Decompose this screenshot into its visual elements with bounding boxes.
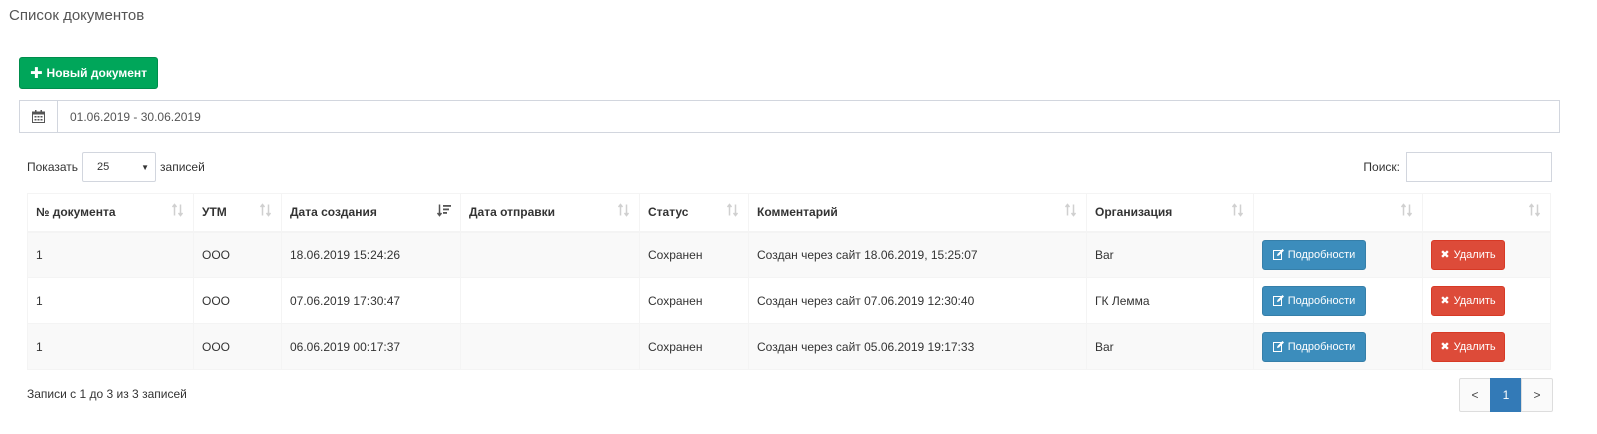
table-row: 1 ООО 06.06.2019 00:17:37 Сохранен Созда… [27,323,1551,370]
cell-number: 1 [27,277,194,324]
cell-utm: ООО [193,231,282,278]
sort-desc-icon [436,204,452,221]
column-header-created[interactable]: Дата создания [281,193,461,233]
column-header-status[interactable]: Статус [639,193,749,233]
new-document-label: Новый документ [46,66,148,80]
cell-created: 07.06.2019 17:30:47 [281,277,461,324]
column-header-utm[interactable]: УТМ [193,193,282,233]
cell-details: Подробности [1253,231,1423,278]
table-header-row: № документа УТМ Дата создания Дата отпра… [27,193,1551,233]
search-label: Поиск: [1363,160,1400,174]
cell-sent [460,231,640,278]
table-row: 1 ООО 07.06.2019 17:30:47 Сохранен Созда… [27,277,1551,324]
cell-sent [460,323,640,370]
column-header-sent[interactable]: Дата отправки [460,193,640,233]
close-icon: ✖ [1440,249,1450,262]
details-button[interactable]: Подробности [1262,331,1366,362]
cell-details: Подробности [1253,277,1423,324]
cell-organization: Bar [1086,323,1254,370]
table-row: 1 ООО 18.06.2019 15:24:26 Сохранен Созда… [27,231,1551,278]
chevron-down-icon: ▼ [141,162,150,172]
pagination-prev-button[interactable]: < [1459,378,1491,412]
cell-organization: ГК Лемма [1086,277,1254,324]
cell-status: Сохранен [639,277,749,324]
cell-delete: ✖ Удалить [1422,323,1551,370]
cell-created: 06.06.2019 00:17:37 [281,323,461,370]
sort-icon [617,203,631,221]
details-label: Подробности [1287,294,1356,307]
delete-label: Удалить [1453,340,1496,353]
documents-table: № документа УТМ Дата создания Дата отпра… [27,193,1551,370]
sort-icon [1400,203,1414,221]
page-length-control: Показать 25 ▼ записей [27,152,205,182]
sort-icon [171,203,185,221]
page-length-prefix: Показать [27,160,79,174]
cell-details: Подробности [1253,323,1423,370]
edit-icon [1272,341,1284,352]
column-header-delete[interactable] [1422,193,1551,233]
cell-utm: ООО [193,277,282,324]
cell-status: Сохранен [639,323,749,370]
cell-utm: ООО [193,323,282,370]
cell-comment: Создан через сайт 05.06.2019 19:17:33 [748,323,1087,370]
details-button[interactable]: Подробности [1262,285,1366,316]
new-document-button[interactable]: ✚ Новый документ [19,57,158,89]
pagination: < 1 > [1459,378,1553,412]
sort-icon [1231,203,1245,221]
plus-icon: ✚ [29,64,43,82]
sort-icon [1064,203,1078,221]
date-range-picker[interactable]: 01.06.2019 - 30.06.2019 [19,100,1560,133]
search-input[interactable] [1406,152,1552,182]
sort-icon [259,203,273,221]
close-icon: ✖ [1440,341,1450,353]
column-header-comment[interactable]: Комментарий [748,193,1087,233]
date-range-value[interactable]: 01.06.2019 - 30.06.2019 [58,101,201,132]
cell-delete: ✖ Удалить [1422,231,1551,278]
delete-label: Удалить [1453,248,1496,261]
page-length-select[interactable]: 25 ▼ [82,152,157,182]
delete-button[interactable]: ✖ Удалить [1431,331,1505,362]
page-title: Список документов [9,7,145,24]
column-header-organization[interactable]: Организация [1086,193,1254,233]
edit-icon [1272,295,1284,306]
cell-created: 18.06.2019 15:24:26 [281,231,461,278]
delete-button[interactable]: ✖ Удалить [1431,239,1505,270]
cell-comment: Создан через сайт 07.06.2019 12:30:40 [748,277,1087,324]
sort-icon [726,203,740,221]
close-icon: ✖ [1440,295,1450,307]
details-label: Подробности [1287,340,1356,353]
column-header-number[interactable]: № документа [27,193,194,233]
delete-label: Удалить [1453,294,1496,307]
cell-number: 1 [27,323,194,370]
delete-button[interactable]: ✖ Удалить [1431,285,1505,316]
calendar-icon [20,101,58,132]
search-control: Поиск: [1363,152,1552,182]
pagination-page-button[interactable]: 1 [1490,378,1522,412]
details-label: Подробности [1287,248,1356,261]
table-info: Записи с 1 до 3 из 3 записей [27,387,187,401]
cell-delete: ✖ Удалить [1422,277,1551,324]
column-header-details[interactable] [1253,193,1423,233]
cell-sent [460,277,640,324]
page-length-suffix: записей [160,160,205,174]
details-button[interactable]: Подробности [1262,239,1366,270]
pagination-next-button[interactable]: > [1521,378,1553,412]
cell-organization: Bar [1086,231,1254,278]
cell-number: 1 [27,231,194,278]
page-length-value: 25 [97,161,110,173]
edit-icon [1272,249,1284,261]
sort-icon [1528,203,1542,221]
cell-comment: Создан через сайт 18.06.2019, 15:25:07 [748,231,1087,278]
cell-status: Сохранен [639,231,749,278]
